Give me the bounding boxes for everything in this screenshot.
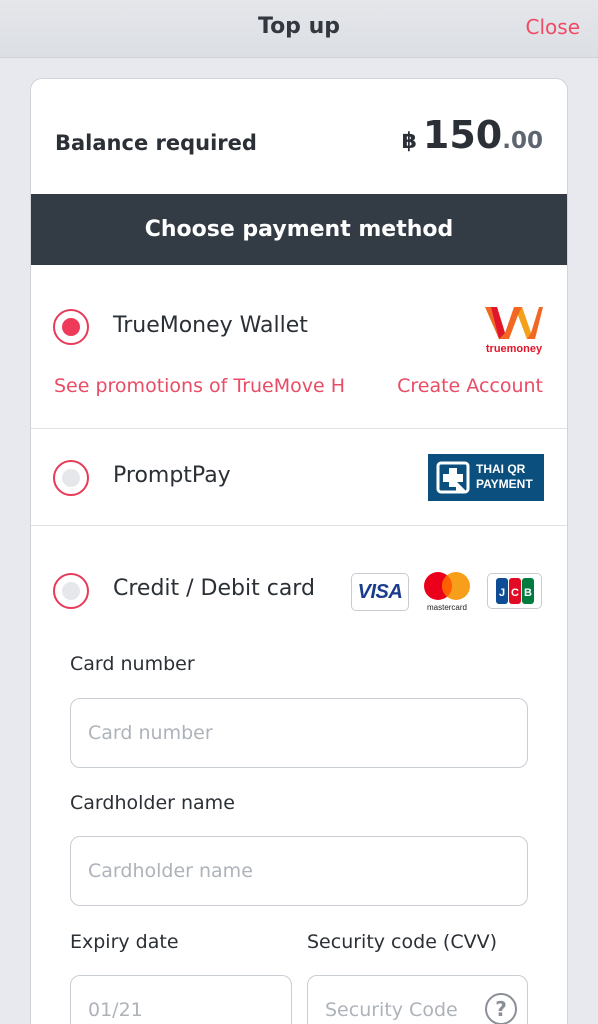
radio-dot <box>62 582 80 600</box>
top-bar: Top up Close <box>0 0 598 58</box>
radio-dot <box>62 469 80 487</box>
visa-logo: VISA <box>351 573 409 611</box>
card-number-label: Card number <box>70 653 195 675</box>
balance-amount: ฿ 150.00 <box>402 113 543 157</box>
svg-text:C: C <box>511 587 519 599</box>
qr-logo-line2: PAYMENT <box>476 477 533 491</box>
truemoney-radio[interactable] <box>53 309 89 345</box>
jcb-logo-mark: J C B <box>496 578 534 604</box>
visa-logo-text: VISA <box>357 580 403 603</box>
truemoney-logo: truemoney <box>485 307 543 355</box>
topup-card: Balance required ฿ 150.00 Choose payment … <box>30 78 568 1024</box>
promptpay-radio[interactable] <box>53 460 89 496</box>
svg-text:J: J <box>499 587 505 599</box>
cardholder-name-label: Cardholder name <box>70 792 235 814</box>
cardholder-name-placeholder: Cardholder name <box>88 860 253 882</box>
expiry-date-input[interactable]: 01/21 <box>70 975 292 1024</box>
radio-dot <box>62 318 80 336</box>
jcb-logo: J C B <box>487 573 542 609</box>
expiry-date-label: Expiry date <box>70 931 179 953</box>
card-number-input[interactable]: Card number <box>70 698 528 768</box>
svg-text:B: B <box>524 587 532 599</box>
thai-qr-payment-logo: THAI QR PAYMENT <box>428 454 544 501</box>
divider <box>31 428 567 429</box>
qr-scan-icon <box>436 461 470 494</box>
amount-decimal: .00 <box>502 128 543 154</box>
see-promotions-link[interactable]: See promotions of TrueMove H <box>54 375 345 397</box>
truemoney-logo-text: truemoney <box>486 343 543 355</box>
payment-method-header: Choose payment method <box>31 194 567 265</box>
cardholder-name-input[interactable]: Cardholder name <box>70 836 528 906</box>
truemoney-label: TrueMoney Wallet <box>113 313 308 338</box>
expiry-date-placeholder: 01/21 <box>88 999 143 1021</box>
page-title: Top up <box>257 14 341 39</box>
divider <box>31 525 567 526</box>
security-code-label: Security code (CVV) <box>307 931 498 953</box>
payment-method-title: Choose payment method <box>144 217 454 242</box>
question-icon-glyph: ? <box>495 997 507 1021</box>
amount-integer: 150 <box>422 113 503 157</box>
promptpay-label: PromptPay <box>113 463 231 488</box>
close-button[interactable]: Close <box>526 15 580 39</box>
qr-logo-line1: THAI QR <box>476 462 526 476</box>
question-icon[interactable]: ? <box>485 993 517 1024</box>
credit-card-label: Credit / Debit card <box>113 576 315 601</box>
balance-section: Balance required ฿ 150.00 <box>31 79 567 194</box>
mastercard-logo: mastercard <box>424 572 470 612</box>
create-account-link[interactable]: Create Account <box>397 375 543 397</box>
card-number-placeholder: Card number <box>88 722 213 744</box>
currency-symbol: ฿ <box>401 129 417 154</box>
qr-logo-text: THAI QR PAYMENT <box>476 462 533 492</box>
balance-label: Balance required <box>55 131 257 155</box>
mastercard-logo-text: mastercard <box>427 603 467 612</box>
security-code-placeholder: Security Code <box>325 999 458 1021</box>
credit-card-radio[interactable] <box>53 573 89 609</box>
